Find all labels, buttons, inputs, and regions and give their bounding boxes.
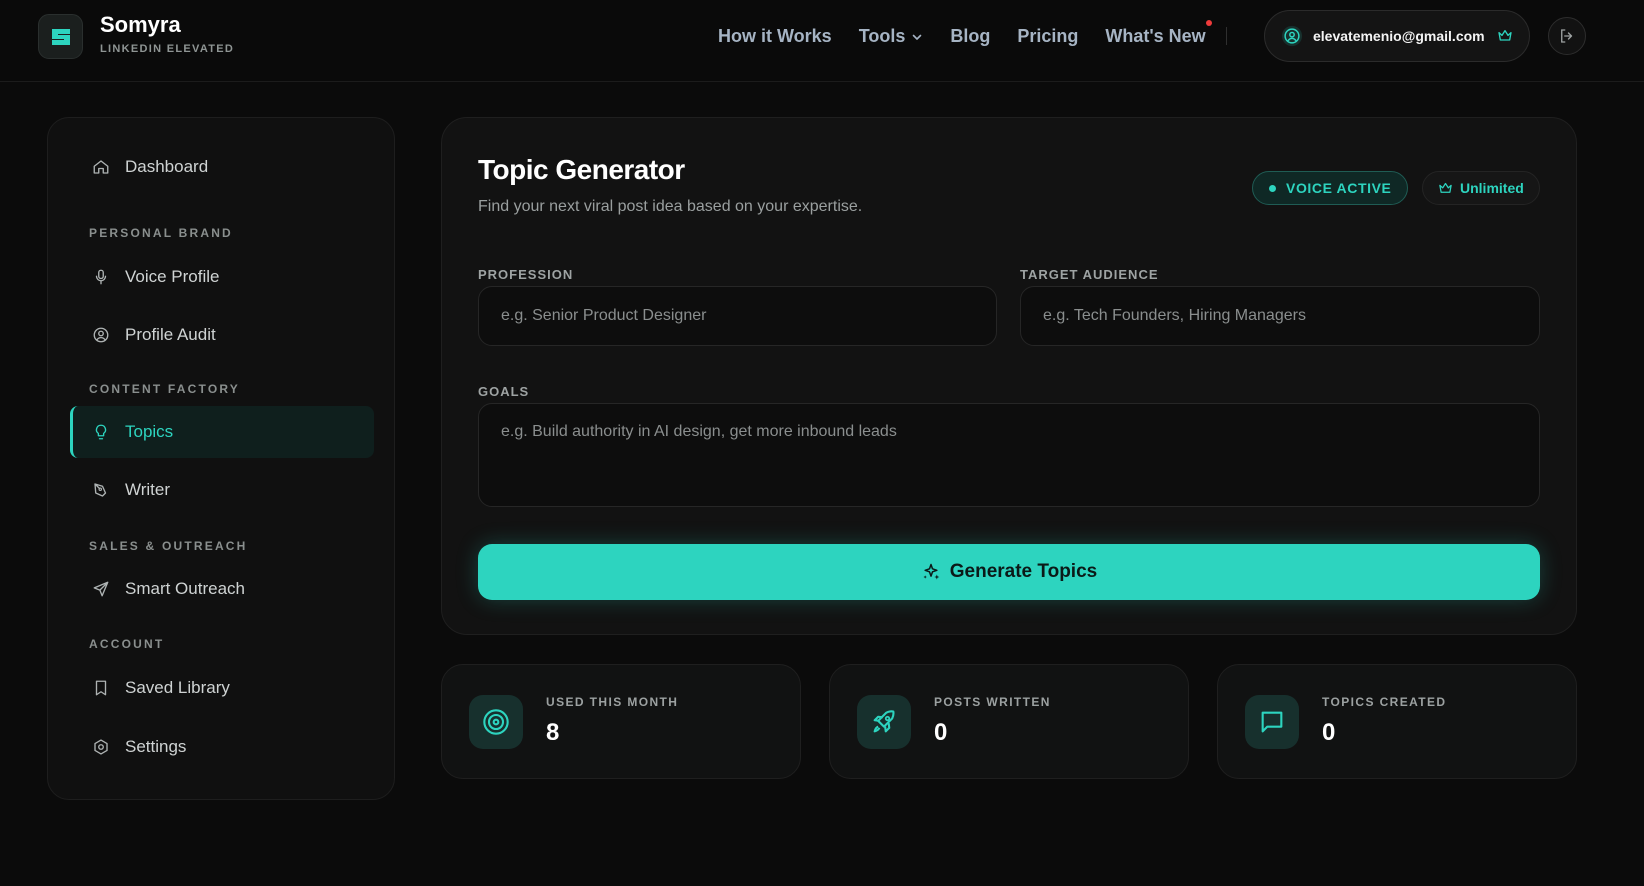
generate-topics-button[interactable]: Generate Topics — [478, 544, 1540, 600]
pen-tool-icon — [92, 481, 110, 499]
crown-icon — [1497, 30, 1512, 41]
stat-value: 0 — [934, 719, 948, 746]
sidebar-item-writer[interactable]: Writer — [70, 464, 374, 516]
nav-blog[interactable]: Blog — [950, 26, 990, 47]
section-account: ACCOUNT — [89, 637, 165, 651]
logout-button[interactable] — [1548, 17, 1586, 55]
rocket-icon — [857, 695, 911, 749]
microphone-icon — [92, 268, 110, 286]
notification-dot — [1205, 20, 1212, 26]
nav-whats-new-label: What's New — [1105, 26, 1206, 46]
plan-badge-label: Unlimited — [1460, 180, 1524, 196]
page-title: Topic Generator — [478, 154, 685, 185]
gear-icon — [92, 738, 110, 756]
sidebar-item-settings[interactable]: Settings — [70, 721, 374, 773]
nav-tools[interactable]: Tools — [859, 26, 924, 47]
section-personal-brand: PERSONAL BRAND — [89, 226, 233, 240]
user-circle-icon — [1281, 25, 1303, 47]
nav-tools-label: Tools — [858, 26, 906, 46]
voice-badge-label: VOICE ACTIVE — [1286, 180, 1392, 196]
sidebar-item-label: Settings — [125, 737, 187, 756]
sidebar-item-label: Smart Outreach — [125, 579, 245, 598]
nav-divider — [1226, 27, 1227, 45]
sidebar-item-label: Saved Library — [125, 678, 230, 697]
sidebar-item-saved-library[interactable]: Saved Library — [70, 662, 374, 714]
user-account-pill[interactable]: elevatemenio@gmail.com — [1264, 10, 1530, 62]
sidebar-item-label: Dashboard — [125, 157, 209, 176]
nav-whats-new[interactable]: What's New — [1105, 20, 1212, 47]
profession-label: PROFESSION — [478, 267, 574, 282]
sparkles-icon — [923, 563, 940, 580]
stat-value: 0 — [1322, 719, 1336, 746]
stat-card-posts-written: POSTS WRITTEN 0 — [829, 664, 1189, 779]
goals-label: GOALS — [478, 384, 530, 399]
stat-label: USED THIS MONTH — [546, 695, 679, 709]
user-email: elevatemenio@gmail.com — [1313, 28, 1485, 44]
bookmark-icon — [92, 679, 110, 697]
sidebar-item-label: Writer — [125, 480, 171, 499]
page-subtitle: Find your next viral post idea based on … — [478, 198, 863, 215]
message-square-icon — [1245, 695, 1299, 749]
target-audience-label: TARGET AUDIENCE — [1020, 267, 1159, 282]
lightbulb-icon — [92, 423, 110, 441]
goals-textarea[interactable] — [478, 403, 1540, 507]
main-nav: How it Works Tools Blog Pricing What's N… — [718, 20, 1233, 47]
user-circle-icon — [92, 326, 110, 344]
sidebar-item-label: Profile Audit — [125, 325, 216, 344]
brand-name: Somyra — [100, 12, 181, 37]
sidebar-item-voice-profile[interactable]: Voice Profile — [70, 251, 374, 303]
plan-badge: Unlimited — [1422, 171, 1540, 205]
stat-card-topics-created: TOPICS CREATED 0 — [1217, 664, 1577, 779]
stat-value: 8 — [546, 719, 560, 746]
sidebar-item-dashboard[interactable]: Dashboard — [70, 141, 374, 193]
brand-tagline: LINKEDIN ELEVATED — [100, 43, 235, 55]
section-sales-outreach: SALES & OUTREACH — [89, 539, 248, 553]
home-icon — [92, 158, 110, 176]
stat-label: POSTS WRITTEN — [934, 695, 1051, 709]
stat-label: TOPICS CREATED — [1322, 695, 1447, 709]
sidebar-item-profile-audit[interactable]: Profile Audit — [70, 309, 374, 361]
top-header: Somyra LINKEDIN ELEVATED How it Works To… — [0, 0, 1644, 82]
sidebar-item-label: Voice Profile — [125, 267, 220, 286]
send-icon — [92, 580, 110, 598]
nav-how-it-works[interactable]: How it Works — [718, 26, 832, 47]
target-audience-input[interactable] — [1020, 286, 1540, 346]
logout-icon — [1561, 29, 1573, 43]
stat-card-used-this-month: USED THIS MONTH 8 — [441, 664, 801, 779]
nav-pricing[interactable]: Pricing — [1017, 26, 1078, 47]
target-icon — [469, 695, 523, 749]
sidebar-item-smart-outreach[interactable]: Smart Outreach — [70, 563, 374, 615]
generate-button-label: Generate Topics — [949, 561, 1098, 582]
sidebar-item-topics[interactable]: Topics — [70, 406, 374, 458]
s-logo-icon — [51, 28, 70, 45]
topic-generator-card: Topic Generator Find your next viral pos… — [441, 117, 1577, 635]
status-dot — [1269, 184, 1276, 192]
sidebar: Dashboard PERSONAL BRAND Voice Profile P… — [47, 117, 395, 800]
voice-active-badge: VOICE ACTIVE — [1252, 171, 1409, 205]
section-content-factory: CONTENT FACTORY — [89, 382, 241, 396]
crown-icon — [1439, 182, 1452, 193]
chevron-down-icon — [913, 34, 922, 40]
sidebar-item-label: Topics — [125, 422, 174, 441]
profession-input[interactable] — [478, 286, 997, 346]
somyra-logo[interactable] — [38, 14, 83, 59]
